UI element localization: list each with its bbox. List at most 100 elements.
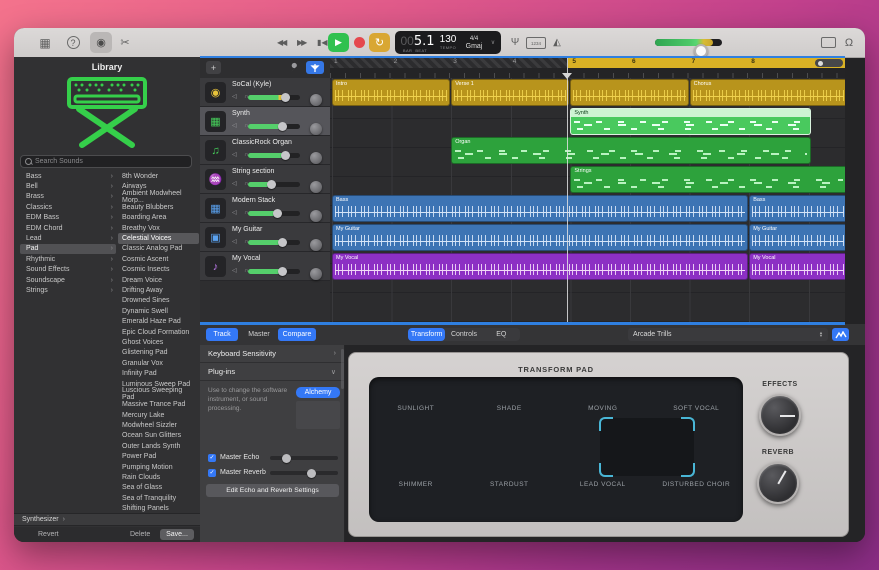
transform-pad-selection[interactable] [599,417,695,477]
cycle-button[interactable]: ↻ [369,33,390,52]
library-sound[interactable]: Drifting Away [118,285,199,295]
master-echo-slider[interactable] [270,453,338,463]
metronome-icon[interactable]: ◭ [550,28,564,57]
library-category[interactable]: Bass › [20,171,116,181]
track-pan-knob[interactable] [310,152,322,164]
compare-button[interactable]: Compare [278,328,316,341]
zoom-slider[interactable] [815,59,843,67]
library-category[interactable]: Soundscape › [20,275,116,285]
library-sound[interactable]: Granular Vox [118,358,199,368]
search-input[interactable]: Search Sounds [20,155,192,168]
rewind-button[interactable]: ◀◀ [277,28,287,57]
library-sound[interactable]: Rain Clouds [118,472,199,482]
library-sound[interactable]: 8th Wonder [118,171,199,181]
save-button[interactable]: Save... [160,529,194,540]
library-sound[interactable]: Ambient Modwheel Morp... [118,190,199,204]
track-volume-slider[interactable] [248,122,300,131]
library-category[interactable]: Sound Effects › [20,265,116,275]
region-strings[interactable]: Strings [570,166,845,193]
tab-track[interactable]: Track [206,328,238,341]
forward-button[interactable]: ▶▶ [297,28,307,57]
library-category[interactable]: Strings › [20,285,116,295]
library-sound[interactable]: Breathy Vox [118,223,199,233]
lcd-key-signature[interactable]: 4/4 Gmaj [461,31,487,54]
instrument-row[interactable]: Synthesizer › [14,513,200,526]
track-volume-slider[interactable] [248,93,300,102]
keyboard-sensitivity-row[interactable]: Keyboard Sensitivity › [200,345,344,363]
region-intro[interactable]: Intro [332,79,451,106]
master-volume-slider[interactable] [655,39,722,58]
library-sound[interactable]: Cosmic Ascent [118,254,199,264]
pad-snapshot-label[interactable]: SUNLIGHT [369,405,463,412]
library-sound[interactable]: Power Pad [118,452,199,462]
lcd-display[interactable]: 00 5.1 BAR BEAT 130 TEMPO 4/4 Gmaj ∨ [395,31,501,54]
playhead-handle[interactable] [562,73,572,79]
quick-help-icon[interactable]: ? [66,28,80,57]
library-category[interactable]: Classics › [20,202,116,212]
region-my-guitar[interactable]: My Guitar [749,224,845,251]
library-sound[interactable]: Infinity Pad [118,368,199,378]
lcd-tempo[interactable]: 130 TEMPO [435,31,461,54]
track-header[interactable]: ▦ Synth ◁ ∩ [200,107,330,136]
region-chorus[interactable]: Chorus [689,79,845,106]
edit-echo-reverb-button[interactable]: Edit Echo and Reverb Settings [206,484,339,497]
pad-snapshot-label[interactable]: SHADE [463,405,557,412]
master-reverb-checkbox[interactable]: ✓ [208,468,216,477]
pad-snapshot-label[interactable]: SHIMMER [369,481,463,488]
region-synth[interactable]: Synth [570,108,811,135]
wrench-icon[interactable] [288,62,300,74]
pad-snapshot-label[interactable]: LEAD VOCAL [556,481,650,488]
panel-resize-divider[interactable] [200,322,845,325]
pad-snapshot-label[interactable]: MOVING [556,405,650,412]
library-category[interactable]: Lead › [20,233,116,243]
library-sound[interactable]: Classic Analog Pad [118,244,199,254]
reverb-knob[interactable] [757,462,799,504]
track-header[interactable]: ▣ My Guitar ◁ ∩ [200,223,330,252]
library-sound[interactable]: Epic Cloud Formation [118,327,199,337]
track-header[interactable]: ♪ My Vocal ◁ ∩ [200,252,330,281]
play-button[interactable]: ▶ [328,33,349,52]
pad-snapshot-label[interactable]: DISTURBED CHOIR [650,481,744,488]
master-echo-checkbox[interactable]: ✓ [208,453,216,462]
playhead[interactable] [567,57,568,322]
track-pan-knob[interactable] [310,123,322,135]
track-volume-slider[interactable] [248,209,300,218]
effects-knob[interactable] [759,394,801,436]
track-header[interactable]: ♒ String section ◁ ∩ [200,165,330,194]
library-sound[interactable]: Celestial Voices [118,233,199,244]
library-sound[interactable]: Mercury Lake [118,410,199,420]
delete-button[interactable]: Delete [130,531,150,538]
library-sound[interactable]: Emerald Haze Pad [118,316,199,326]
region-my-vocal[interactable]: My Vocal [332,253,749,280]
track-volume-slider[interactable] [248,267,300,276]
library-sound[interactable]: Dream Voice [118,275,199,285]
region-bass[interactable]: Bass [332,195,749,222]
track-header[interactable]: ▦ Modern Stack ◁ ∩ [200,194,330,223]
patch-preset-dropdown[interactable]: Arcade Trills ▲ ▼ [628,328,828,341]
library-sound[interactable]: Modwheel Sizzler [118,420,199,430]
track-header[interactable]: ♫ ClassicRock Organ ◁ ∩ [200,136,330,165]
library-sound[interactable]: Outer Lands Synth [118,441,199,451]
display-mode-icon[interactable] [820,28,836,57]
alchemy-plugin-button[interactable]: Alchemy [296,387,340,398]
add-track-button[interactable]: + [206,61,221,74]
segment-eq[interactable]: EQ [483,328,520,341]
tab-master[interactable]: Master [242,328,276,341]
library-sound[interactable]: Dynamic Swell [118,306,199,316]
arpeggiator-icon[interactable] [832,328,849,341]
track-pan-knob[interactable] [310,268,322,280]
smart-controls-icon[interactable]: ◉ [90,32,112,53]
segment-transform[interactable]: Transform [408,328,446,341]
library-category[interactable]: EDM Bass › [20,213,116,223]
pad-snapshot-label[interactable]: SOFT VOCAL [650,405,744,412]
track-volume-slider[interactable] [248,180,300,189]
region-organ[interactable]: Organ [451,137,811,164]
master-reverb-slider[interactable] [270,468,338,478]
library-sound[interactable]: Sea of Tranquility [118,493,199,503]
lcd-chevron-down-icon[interactable]: ∨ [487,31,499,54]
library-sound[interactable]: Boarding Area [118,213,199,223]
track-pan-knob[interactable] [310,210,322,222]
library-category[interactable]: Pad › [20,243,116,255]
library-sound[interactable]: Sea of Glass [118,483,199,493]
inspector-scrollbar[interactable] [341,349,344,389]
